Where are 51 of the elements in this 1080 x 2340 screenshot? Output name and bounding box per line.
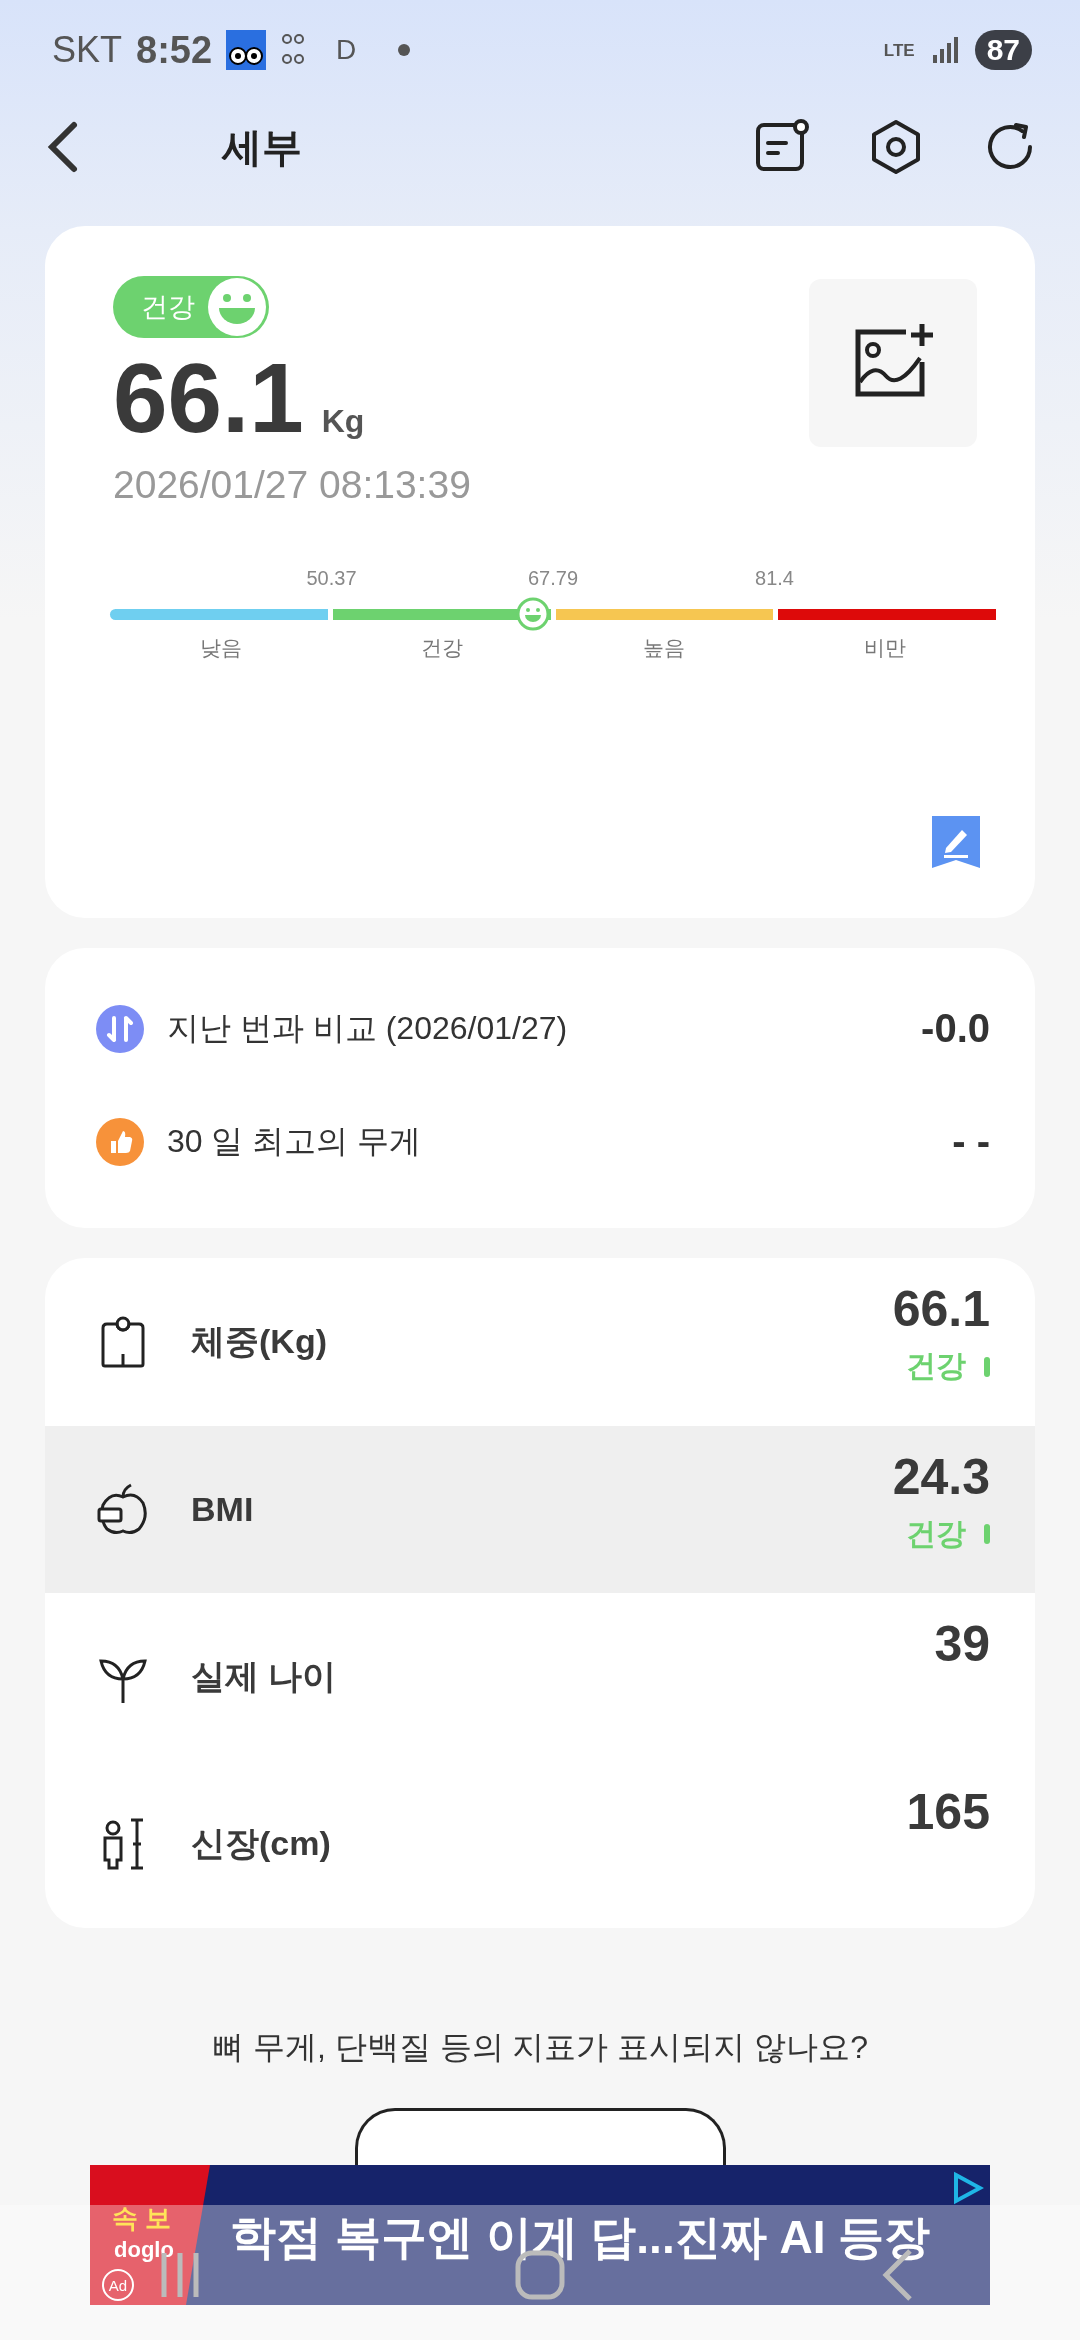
threshold-value: 50.37 [306,567,357,591]
edit-button[interactable] [932,816,980,868]
segment-label: 비만 [863,635,908,661]
outlined-button[interactable] [354,2108,726,2165]
thumbs-up-icon [95,1116,145,1167]
ad-headline: 학점 복구엔 이게 답...진짜 AI 등장 [230,2210,931,2265]
metric-value: 24.3 [892,1447,990,1506]
metric-row[interactable]: BMI 24.3 건강 [45,1425,1035,1593]
clock-time: 8:52 [136,28,213,72]
segment-label: 낮음 [198,635,243,661]
metric-row[interactable]: 체중(Kg) 66.1 건강 [45,1258,1035,1426]
ad-banner[interactable]: 속 보 doglo 학점 복구엔 이게 답...진짜 AI 등장 Ad [90,2165,990,2305]
page-title: 세부 [222,123,302,171]
ad-brand: doglo [114,2237,174,2263]
signal-icon [930,35,959,65]
app-icon [226,30,267,70]
comparison-label: 지난 번과 비교 (2026/01/27) [167,1008,569,1048]
weight-unit: Kg [321,403,365,440]
segment-label: 높음 [641,635,686,661]
metric-label: 신장(cm) [191,1823,332,1865]
comparison-value: -0.0 [921,1006,990,1051]
metric-value: 39 [934,1615,990,1673]
carrier-name: SKT [52,29,122,71]
network-type: LTE [883,41,915,59]
help-text: 뼈 무게, 단백질 등의 지표가 표시되지 않나요? [211,2028,869,2067]
comparison-label: 30 일 최고의 무게 [167,1121,423,1161]
metric-status: 건강 [906,1348,966,1384]
add-photo-button[interactable] [809,279,977,447]
smiley-icon [205,275,269,339]
metric-label: BMI [191,1489,255,1529]
health-badge: 건강 [113,276,269,338]
metric-row[interactable]: 실제 나이 39 [45,1593,1035,1761]
threshold-value: 67.79 [527,567,579,591]
segment-label: 건강 [420,635,465,661]
weight-value: 66.1 [113,342,304,455]
measurement-time: 2026/01/27 08:13:39 [113,463,472,507]
comparison-value: - - [952,1119,990,1164]
ad-badge: Ad [102,2269,134,2301]
battery-level: 87 [974,30,1032,70]
compare-icon [95,1003,145,1054]
metric-row[interactable]: 신장(cm) 165 [45,1760,1035,1928]
ad-tag: 속 보 [112,2201,172,2236]
threshold-value: 81.4 [755,567,794,591]
metric-status: 건강 [906,1515,966,1552]
status-indicator: D [336,34,357,66]
notification-dot [398,44,411,56]
edit-icon [932,816,980,868]
metric-value: 66.1 [892,1280,990,1338]
metric-label: 실제 나이 [191,1655,338,1697]
metric-value: 165 [906,1782,990,1841]
metric-label: 체중(Kg) [191,1320,328,1362]
